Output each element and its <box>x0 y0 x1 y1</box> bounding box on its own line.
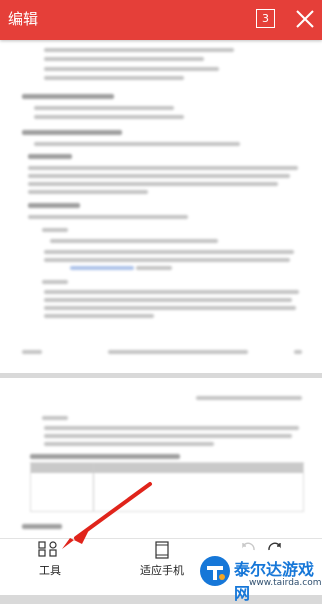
blurred-text-line <box>42 280 68 284</box>
fit-phone-button[interactable]: 适应手机 <box>137 539 187 595</box>
tools-grid-icon <box>38 541 57 557</box>
blurred-text-line <box>44 426 299 430</box>
blurred-heading <box>22 524 62 529</box>
fit-phone-label: 适应手机 <box>140 564 184 577</box>
top-bar: 编辑 3 <box>0 0 322 40</box>
blurred-text-line <box>44 76 184 80</box>
blurred-table-caption <box>30 454 180 459</box>
blurred-text-line <box>44 258 290 262</box>
blurred-text-line <box>34 106 174 110</box>
blurred-text-line <box>42 228 68 232</box>
blurred-heading <box>28 154 72 159</box>
blurred-text-line <box>44 442 214 446</box>
undo-icon <box>242 542 255 551</box>
blurred-header <box>196 396 302 400</box>
blurred-text-line <box>44 306 296 310</box>
blurred-text-line <box>44 290 299 294</box>
blurred-text-line <box>34 142 240 146</box>
blurred-table <box>30 462 304 512</box>
blurred-heading <box>28 203 80 208</box>
watermark-logo: 泰尔达游戏网 www.tairda.com <box>197 553 322 603</box>
blurred-text-line <box>44 434 292 438</box>
blurred-text-line <box>44 314 154 318</box>
blurred-text-line <box>28 166 298 170</box>
blurred-text-line <box>44 298 292 302</box>
blurred-text-line <box>28 190 148 194</box>
blurred-text-line <box>42 416 68 420</box>
blurred-text-line <box>34 115 184 119</box>
blurred-text-line <box>136 266 172 270</box>
blurred-text-line <box>28 174 290 178</box>
blurred-text-line <box>44 57 204 61</box>
blurred-text-line <box>44 48 234 52</box>
close-icon[interactable] <box>293 7 317 31</box>
blurred-text-line <box>50 239 218 243</box>
fit-screen-icon <box>155 541 169 559</box>
document-page-2[interactable] <box>0 378 322 538</box>
blurred-link[interactable] <box>70 266 134 270</box>
redo-icon <box>268 542 281 551</box>
watermark-url: www.tairda.com <box>249 578 322 588</box>
blurred-text-line <box>44 250 294 254</box>
blurred-heading <box>22 94 114 99</box>
blurred-heading <box>22 130 122 135</box>
page-count-button[interactable]: 3 <box>256 9 275 28</box>
tools-label: 工具 <box>39 564 61 577</box>
blurred-text-line <box>44 67 219 71</box>
blurred-footer <box>294 350 302 354</box>
blurred-footer <box>108 350 248 354</box>
tools-button[interactable]: 工具 <box>30 539 70 595</box>
blurred-footer <box>22 350 42 354</box>
document-page-1[interactable] <box>0 40 322 373</box>
page-title: 编辑 <box>8 10 39 28</box>
watermark-emblem-icon <box>200 556 230 586</box>
blurred-text-line <box>28 182 278 186</box>
blurred-text-line <box>28 215 188 219</box>
